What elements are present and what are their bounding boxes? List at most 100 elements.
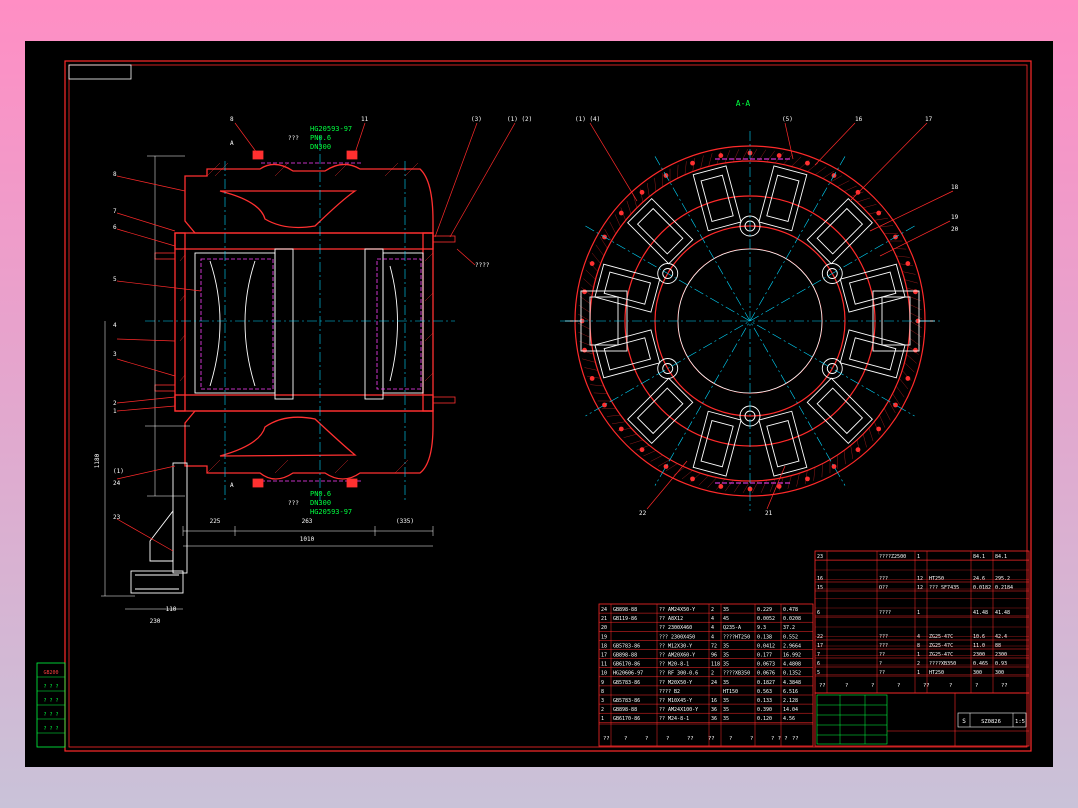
right-table-cell: 41.48 [995,610,1010,616]
parts-cell: 36 [711,707,717,713]
cad-drawing: GB200 ? ? ? ? ? ? ? ? ? ? ? ? 225 263 (3… [36,60,1032,752]
callout-r-18: 18 [951,184,959,191]
right-table-cell: HT250 [929,576,944,582]
leader-note: ???? [475,262,490,269]
callout-8: 8 [113,171,117,178]
callout-r-19: 19 [951,214,959,221]
right-table-header-cell: ? [897,683,900,689]
parts-cell: 96 [711,653,717,659]
right-table-cell: 1 [917,610,920,616]
parts-cell: 35 [723,653,729,659]
section-mark-bottom: A [230,482,234,489]
dim-335: (335) [396,518,414,525]
dim-base: 230 [150,618,161,625]
spec-bottom-2: DN300 [310,499,331,507]
right-table-cell: 84.1 [973,554,985,560]
parts-cell: GB119-86 [613,616,637,622]
dim-225: 225 [210,518,221,525]
right-table-cell: 16 [817,576,823,582]
callout-4: 4 [113,322,117,329]
parts-footer-cell: ?? [603,736,610,742]
parts-cell: ?? RF 300-0.6 [659,671,698,677]
callout-2: 2 [113,400,117,407]
right-table-cell: 84.1 [995,554,1007,560]
right-table-header-cell: ? [845,683,848,689]
parts-cell: 24 [711,680,717,686]
parts-cell: ?? 2300X460 [659,625,692,631]
parts-cell: 0.138 [757,634,772,640]
parts-cell: 20 [601,625,607,631]
parts-cell: ?? AM20X60-Y [659,653,695,659]
title-sheet: 1:5 [1015,719,1025,725]
callout-7: 7 [113,208,117,215]
callout-r-5: (5) [782,116,793,123]
right-table-header-cell: ? [871,683,874,689]
right-table-cell: 2 [917,661,920,667]
parts-cell: ??? 2300X450 [659,634,695,640]
parts-cell: 35 [723,643,729,649]
parts-cell: ????HT250 [723,634,750,640]
parts-footer-cell: ?? [792,736,799,742]
parts-cell: HT150 [723,689,738,695]
right-table-cell: 24.6 [973,576,985,582]
right-table-cell: O?? [879,585,888,591]
spec-bottom-1: PN0.6 [310,490,331,498]
parts-cell: 17 [601,653,607,659]
parts-cell: 35 [723,662,729,668]
right-table-header-cell: ?? [1001,683,1008,689]
right-table-cell: ?? [879,652,885,658]
parts-cell: 35 [723,707,729,713]
callout-r-22: 22 [639,510,647,517]
parts-cell: 0.0676 [757,671,775,677]
parts-cell: HG20606-97 [613,671,643,677]
parts-footer-cell: ?? [708,736,715,742]
parts-cell: 2.9664 [783,643,801,649]
callout-top-8: 8 [230,116,234,123]
revision-row: ? ? ? [43,698,58,704]
parts-cell: 16.992 [783,653,801,659]
right-table-cell: ZG25-47C [929,652,953,658]
parts-cell: 3 [601,698,604,704]
parts-cell: 118 [711,662,720,668]
right-table-cell: 23 [817,554,823,560]
callout-top-11: 11 [361,116,369,123]
right-table-cell: 0.0182 [973,585,991,591]
right-table-cell: 1 [917,670,920,676]
parts-cell: 0.478 [783,607,798,613]
parts-cell: 0.133 [757,698,772,704]
right-table-cell: ???? [879,610,891,616]
spec-top-1: HG20593-97 [310,125,352,133]
revision-block: GB200 ? ? ? ? ? ? ? ? ? ? ? ? [36,662,66,748]
parts-cell: 16 [711,698,717,704]
revision-row: ? ? ? [43,726,58,732]
dim-base2: 110 [166,606,177,613]
parts-cell: 4.56 [783,716,795,722]
right-table-header-cell: ? [975,683,978,689]
callout-r-20: 20 [951,226,959,233]
parts-cell: 35 [723,607,729,613]
parts-cell: 4.3848 [783,680,801,686]
right-table-cell: 10.6 [973,634,985,640]
parts-cell: 45 [723,616,729,622]
parts-cell: GB6170-86 [613,662,640,668]
right-table-cell: 2300 [973,652,985,658]
right-table-cell: ??? [879,576,888,582]
right-table-cell: 295.2 [995,576,1010,582]
parts-cell: 0.552 [783,634,798,640]
parts-cell: ???? B2 [659,689,680,695]
spec-bottom-3: HG20593-97 [310,508,352,516]
spec-top-3: DN300 [310,143,331,151]
parts-cell: 2 [711,671,714,677]
callout-5: 5 [113,276,117,283]
parts-cell: 37.2 [783,625,795,631]
parts-cell: 0.229 [757,607,772,613]
parts-cell: 11 [601,662,607,668]
right-table-cell: 7 [817,652,820,658]
right-table-header-cell: ?? [819,683,826,689]
parts-cell: 0.390 [757,707,772,713]
callout-1: 1 [113,408,117,415]
right-table-cell: ZG25-47C [929,634,953,640]
parts-cell: GB5783-86 [613,698,640,704]
circular-view: A-A (1) (4) (5) 16 17 18 19 20 22 21 [560,99,959,517]
callout-24: 24 [113,480,121,487]
